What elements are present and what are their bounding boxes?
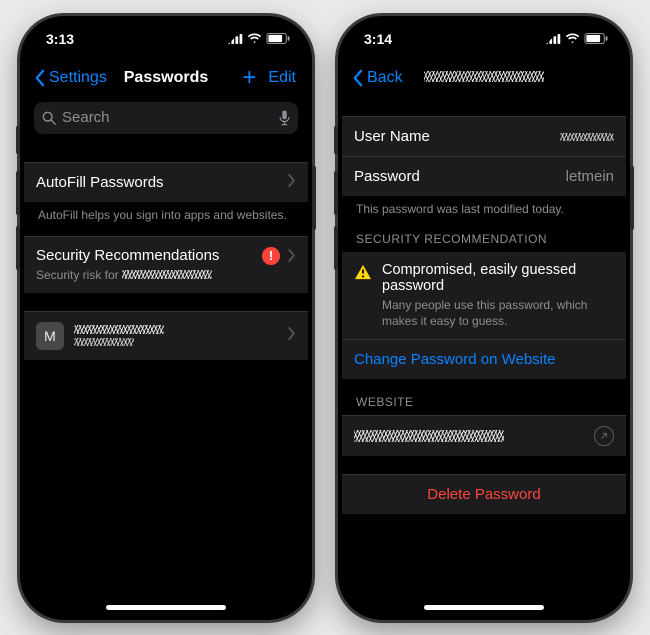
nav-bar: Settings Passwords + Edit bbox=[24, 58, 308, 98]
modified-note: This password was last modified today. bbox=[342, 196, 626, 216]
redacted-website bbox=[354, 430, 504, 442]
redacted-text bbox=[122, 270, 212, 279]
change-password-link[interactable]: Change Password on Website bbox=[342, 339, 626, 379]
back-button[interactable]: Settings bbox=[34, 69, 117, 87]
site-initial-icon: M bbox=[36, 322, 64, 350]
warning-triangle-icon bbox=[354, 264, 372, 280]
autofill-passwords-cell[interactable]: AutoFill Passwords bbox=[24, 162, 308, 202]
chevron-right-icon bbox=[288, 249, 296, 262]
edit-button[interactable]: Edit bbox=[268, 69, 298, 87]
redacted-username-value bbox=[560, 133, 614, 141]
back-label: Settings bbox=[49, 69, 107, 87]
password-label: Password bbox=[354, 168, 420, 185]
username-label: User Name bbox=[354, 128, 430, 145]
back-label: Back bbox=[367, 69, 403, 87]
chevron-right-icon bbox=[288, 327, 296, 344]
security-recommendations-cell[interactable]: Security Recommendations ! Security risk… bbox=[24, 236, 308, 293]
chevron-left-icon bbox=[352, 69, 363, 87]
status-time: 3:13 bbox=[46, 31, 74, 47]
open-link-icon[interactable] bbox=[594, 426, 614, 446]
redacted-username bbox=[74, 338, 134, 346]
saved-password-cell[interactable]: M bbox=[24, 311, 308, 360]
search-icon bbox=[42, 111, 56, 125]
section-header-recommendation: SECURITY RECOMMENDATION bbox=[342, 216, 626, 252]
mic-icon[interactable] bbox=[279, 110, 290, 126]
warning-title: Compromised, easily guessed password bbox=[382, 262, 614, 294]
delete-password-button[interactable]: Delete Password bbox=[342, 474, 626, 514]
chevron-right-icon bbox=[288, 174, 296, 191]
battery-icon bbox=[266, 33, 290, 44]
username-cell[interactable]: User Name bbox=[342, 116, 626, 156]
search-input[interactable] bbox=[62, 109, 273, 126]
redacted-site-name bbox=[74, 325, 164, 334]
security-subtitle: Security risk for bbox=[36, 267, 296, 283]
status-time: 3:14 bbox=[364, 31, 392, 47]
nav-title: Passwords bbox=[117, 69, 216, 87]
autofill-label: AutoFill Passwords bbox=[36, 174, 164, 191]
search-field[interactable] bbox=[34, 102, 298, 134]
password-cell[interactable]: Password letmein bbox=[342, 156, 626, 196]
website-cell[interactable] bbox=[342, 415, 626, 456]
alert-icon: ! bbox=[262, 247, 280, 265]
warning-body: Many people use this password, which mak… bbox=[382, 297, 614, 329]
redacted-title bbox=[424, 71, 544, 82]
battery-icon bbox=[584, 33, 608, 44]
chevron-left-icon bbox=[34, 69, 45, 87]
home-indicator[interactable] bbox=[424, 605, 544, 610]
home-indicator[interactable] bbox=[106, 605, 226, 610]
autofill-footer: AutoFill helps you sign into apps and we… bbox=[24, 202, 308, 236]
wifi-icon bbox=[247, 33, 262, 44]
add-button[interactable]: + bbox=[234, 64, 264, 92]
nav-bar: Back bbox=[342, 58, 626, 98]
section-header-website: WEBSITE bbox=[342, 379, 626, 415]
wifi-icon bbox=[565, 33, 580, 44]
password-value: letmein bbox=[566, 168, 614, 185]
nav-title bbox=[424, 69, 544, 87]
security-title: Security Recommendations bbox=[36, 247, 219, 264]
security-warning-cell: Compromised, easily guessed password Man… bbox=[342, 252, 626, 339]
back-button[interactable]: Back bbox=[352, 69, 424, 87]
